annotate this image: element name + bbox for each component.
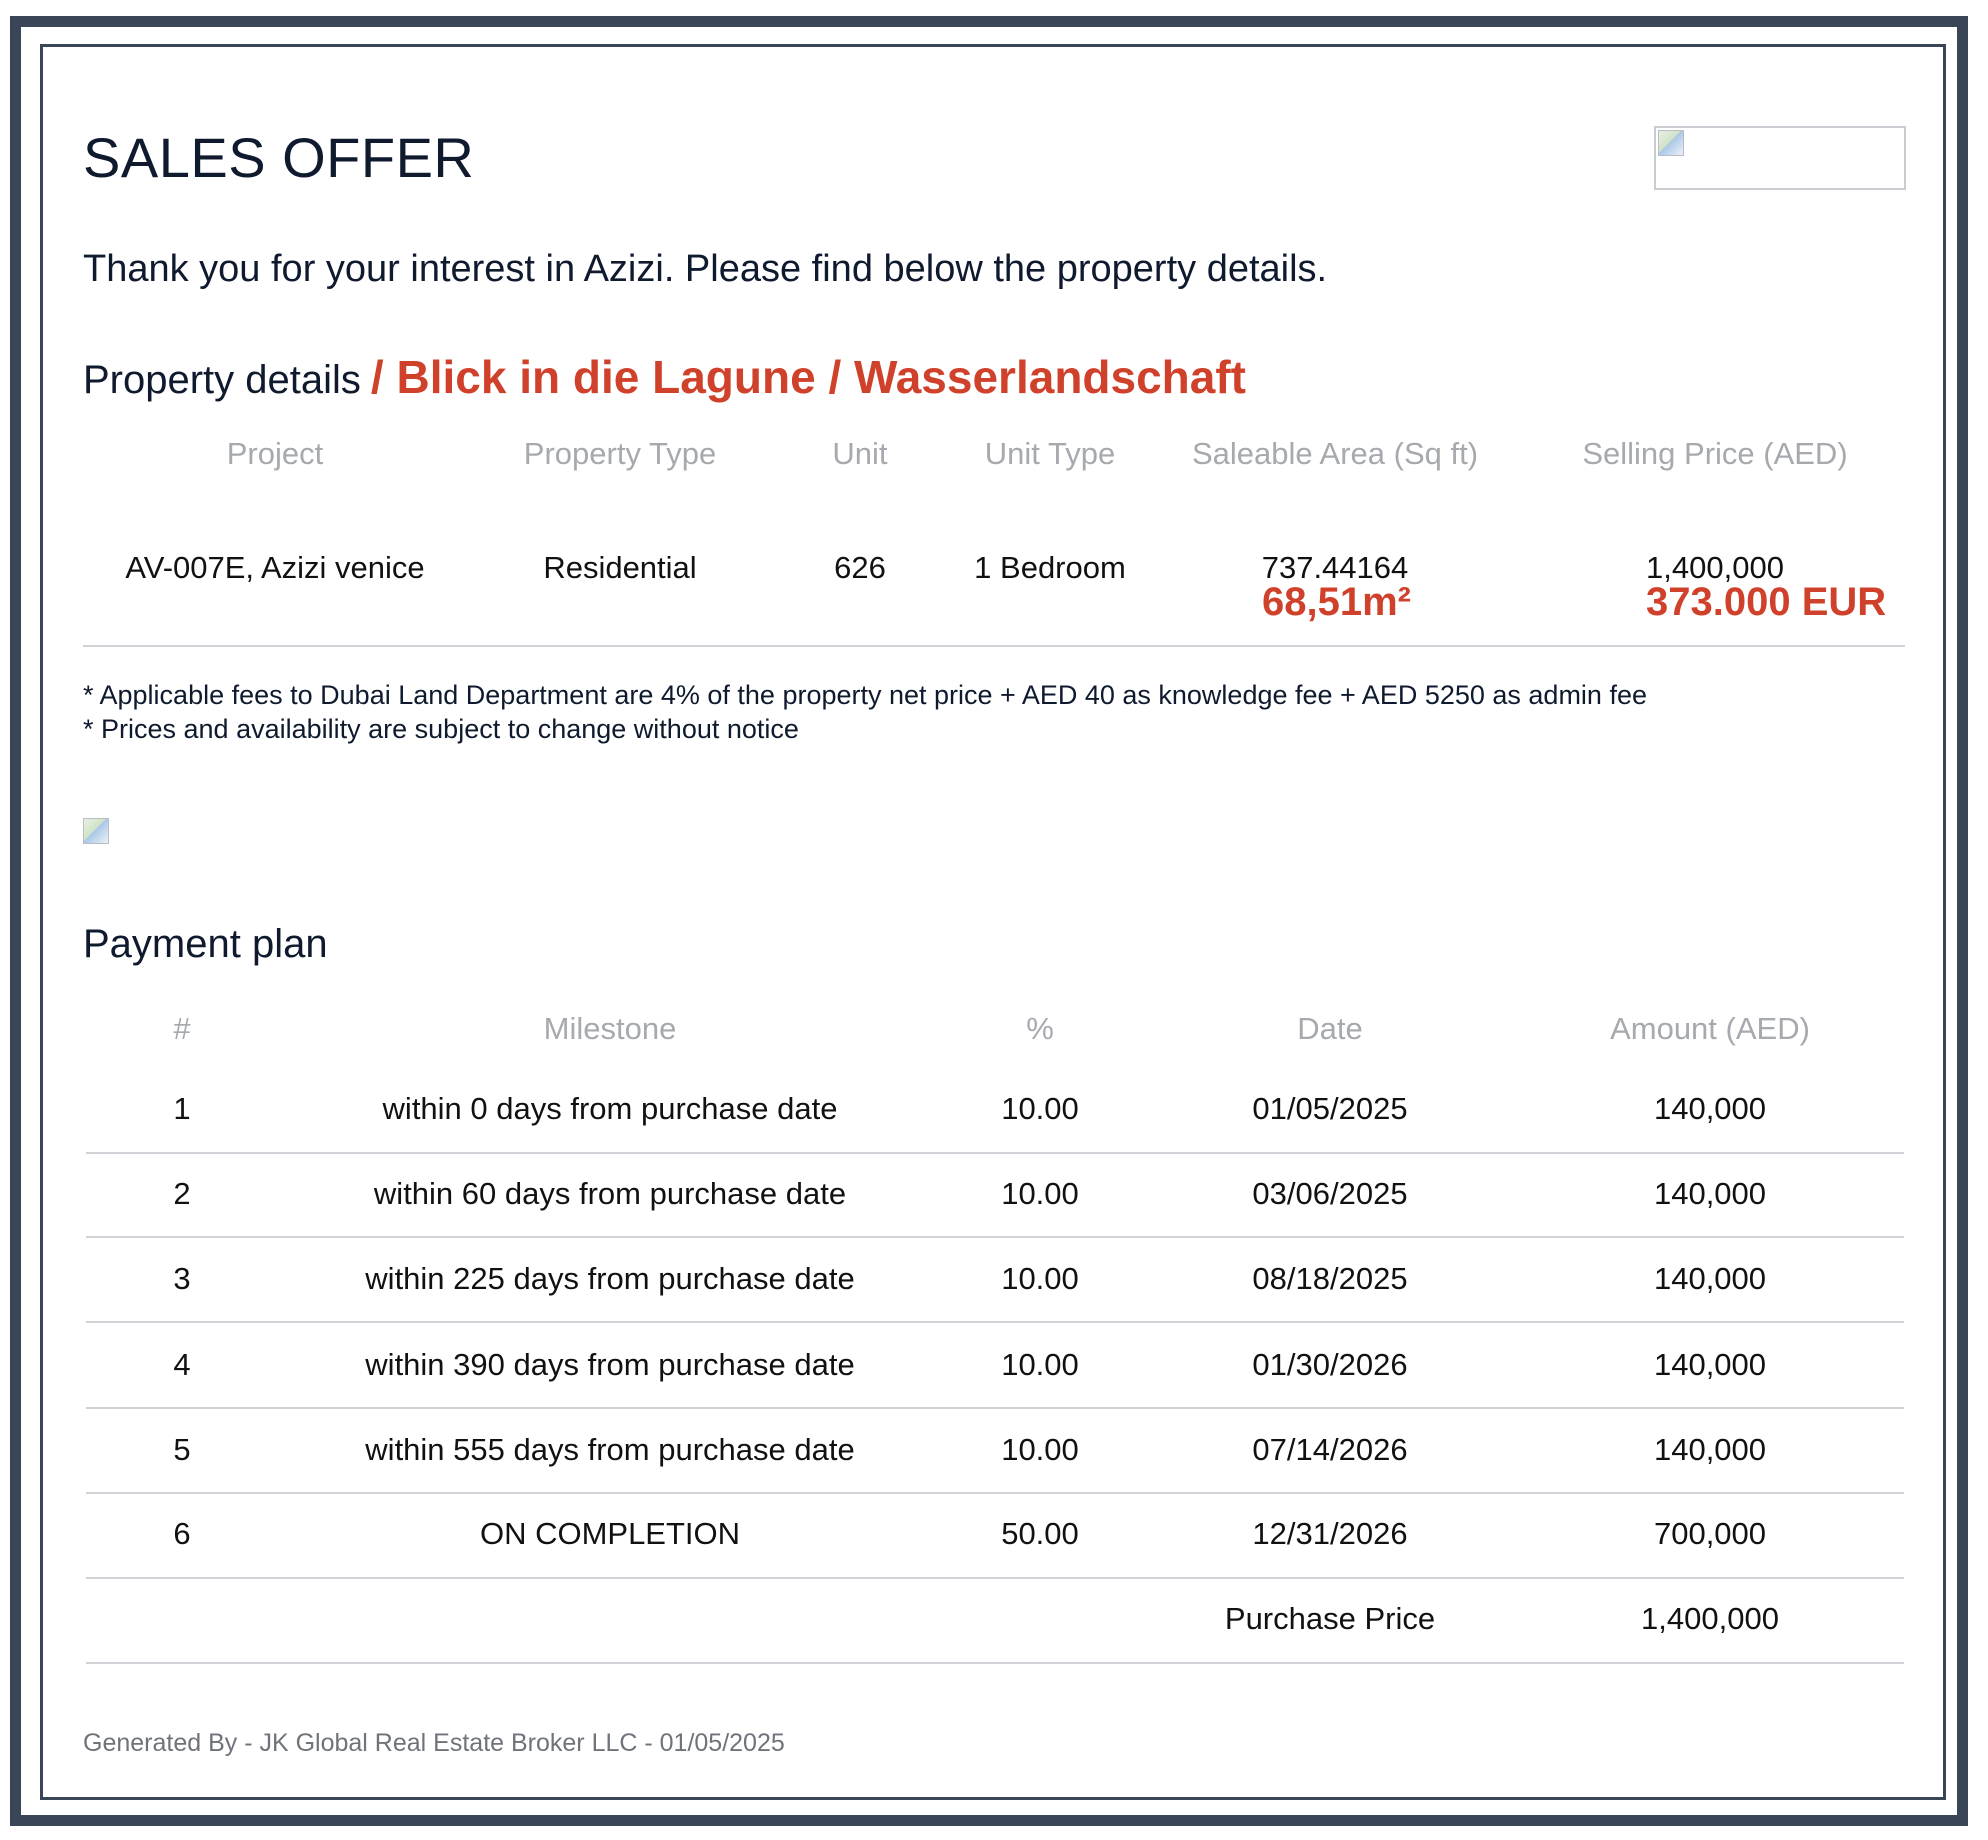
row-2-amount: 140,000 — [1653, 1176, 1767, 1211]
table-row-divider — [86, 1577, 1904, 1579]
row-1-amount: 140,000 — [1653, 1091, 1767, 1126]
cell-project: AV-007E, Azizi venice — [125, 550, 425, 585]
row-6-number: 6 — [173, 1516, 191, 1551]
table-row-divider — [86, 1492, 1904, 1494]
row-4-number: 4 — [173, 1347, 191, 1382]
cell-unit-type: 1 Bedroom — [974, 550, 1126, 585]
purchase-price-value: 1,400,000 — [1641, 1601, 1779, 1636]
row-1-milestone: within 0 days from purchase date — [382, 1091, 838, 1126]
header-milestone: Milestone — [543, 1011, 677, 1046]
row-4-amount: 140,000 — [1653, 1347, 1767, 1382]
header-unit: Unit — [832, 436, 888, 471]
row-5-milestone: within 555 days from purchase date — [365, 1432, 855, 1467]
company-logo — [1654, 126, 1906, 190]
row-5-percent: 10.00 — [1001, 1432, 1079, 1467]
availability-note-line: * Prices and availability are subject to… — [83, 714, 799, 744]
purchase-price-label: Purchase Price — [1224, 1601, 1436, 1636]
header-selling-price: Selling Price (AED) — [1582, 436, 1848, 471]
generated-by-footer: Generated By - JK Global Real Estate Bro… — [83, 1729, 785, 1757]
page-title: SALES OFFER — [83, 126, 475, 189]
row-4-milestone: within 390 days from purchase date — [365, 1347, 855, 1382]
price-eur-note: 373.000 EUR — [1646, 580, 1887, 624]
table-row-divider — [86, 1321, 1904, 1323]
property-details-heading: Property details / Blick in die Lagune / … — [83, 350, 1246, 404]
row-4-date: 01/30/2026 — [1252, 1347, 1408, 1382]
header-project: Project — [226, 436, 324, 471]
row-3-milestone: within 225 days from purchase date — [365, 1261, 855, 1296]
row-3-number: 3 — [173, 1261, 191, 1296]
table-bottom-divider — [86, 1662, 1904, 1664]
area-square-meters-note: 68,51m² — [1262, 580, 1411, 624]
payment-plan-heading: Payment plan — [83, 922, 328, 966]
property-view-annotation: / Blick in die Lagune / Wasserlandschaft — [370, 351, 1246, 403]
row-2-number: 2 — [173, 1176, 191, 1211]
header-property-type: Property Type — [523, 436, 717, 471]
row-5-amount: 140,000 — [1653, 1432, 1767, 1467]
cell-unit: 626 — [834, 550, 886, 585]
row-3-amount: 140,000 — [1653, 1261, 1767, 1296]
row-3-percent: 10.00 — [1001, 1261, 1079, 1296]
table-row-divider — [86, 1152, 1904, 1154]
row-1-percent: 10.00 — [1001, 1091, 1079, 1126]
row-5-number: 5 — [173, 1432, 191, 1467]
row-6-percent: 50.00 — [1001, 1516, 1079, 1551]
fees-note-line: * Applicable fees to Dubai Land Departme… — [83, 680, 1647, 710]
broken-image-icon — [83, 818, 109, 844]
row-1-date: 01/05/2025 — [1252, 1091, 1408, 1126]
header-unit-type: Unit Type — [984, 436, 1116, 471]
broken-image-icon — [1658, 130, 1684, 156]
table-row-divider — [86, 1407, 1904, 1409]
property-table-divider — [83, 645, 1905, 647]
row-6-amount: 700,000 — [1653, 1516, 1767, 1551]
row-2-milestone: within 60 days from purchase date — [373, 1176, 847, 1211]
row-5-date: 07/14/2026 — [1252, 1432, 1408, 1467]
header-saleable-area: Saleable Area (Sq ft) — [1191, 436, 1479, 471]
row-1-number: 1 — [173, 1091, 191, 1126]
table-row-divider — [86, 1236, 1904, 1238]
row-6-date: 12/31/2026 — [1252, 1516, 1408, 1551]
cell-property-type: Residential — [543, 550, 697, 585]
header-number: # — [173, 1011, 191, 1046]
header-amount: Amount (AED) — [1610, 1011, 1810, 1046]
row-4-percent: 10.00 — [1001, 1347, 1079, 1382]
header-date: Date — [1297, 1011, 1363, 1046]
row-2-percent: 10.00 — [1001, 1176, 1079, 1211]
row-3-date: 08/18/2025 — [1252, 1261, 1408, 1296]
fees-notes: * Applicable fees to Dubai Land Departme… — [83, 678, 1647, 746]
intro-text: Thank you for your interest in Azizi. Pl… — [83, 248, 1328, 290]
row-2-date: 03/06/2025 — [1252, 1176, 1408, 1211]
property-details-label: Property details — [83, 358, 361, 402]
row-6-milestone: ON COMPLETION — [479, 1516, 741, 1551]
header-percent: % — [1026, 1011, 1054, 1046]
